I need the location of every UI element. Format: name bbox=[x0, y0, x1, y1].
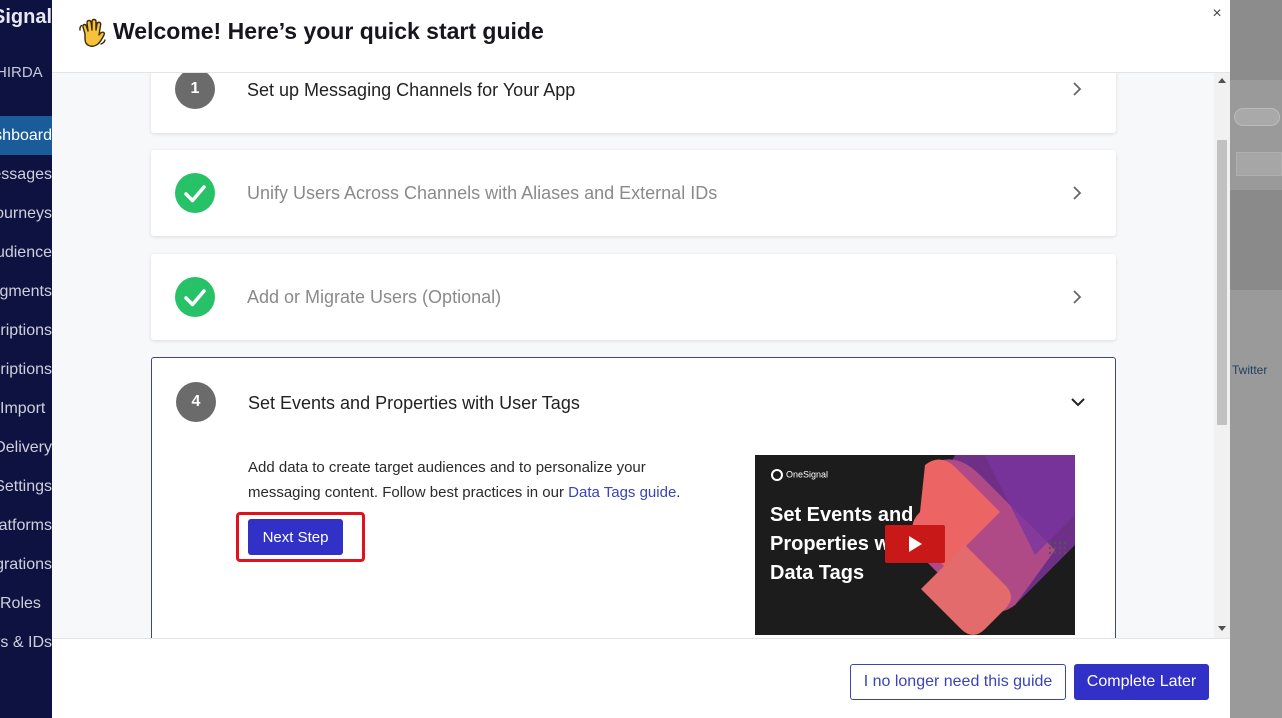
background-nav-item: Subscriptions bbox=[0, 322, 52, 339]
modal-header: Welcome! Here’s your quick start guide × bbox=[52, 0, 1230, 73]
background-content: Twitter bbox=[1230, 0, 1282, 718]
background-logo: OneSignal bbox=[0, 6, 52, 28]
background-nav-item: Integrations bbox=[0, 556, 52, 573]
background-nav-item: Settings bbox=[0, 478, 52, 495]
step-number-badge: 1 bbox=[175, 73, 215, 109]
next-step-button[interactable]: Next Step bbox=[248, 519, 343, 555]
step-completed-badge bbox=[175, 173, 215, 213]
background-header bbox=[1230, 0, 1282, 80]
step-title: Set up Messaging Channels for Your App bbox=[247, 80, 576, 100]
background-sidebar: OneSignal HIRDA Dashboard Messages Journ… bbox=[0, 0, 52, 718]
background-nav-item: Platforms bbox=[0, 517, 52, 534]
waving-hand-icon bbox=[79, 18, 106, 47]
quick-start-modal: Welcome! Here’s your quick start guide ×… bbox=[52, 0, 1230, 718]
close-button[interactable]: × bbox=[1207, 4, 1227, 24]
scroll-down-arrow-icon[interactable] bbox=[1218, 626, 1226, 631]
background-nav-item: Segments bbox=[0, 283, 52, 300]
step-card-4: 4 Set Events and Properties with User Ta… bbox=[151, 357, 1116, 638]
description-suffix: . bbox=[676, 484, 681, 501]
background-nav-item: Import bbox=[0, 400, 46, 417]
background-nav: Dashboard Messages Journeys Audience Seg… bbox=[0, 116, 52, 662]
modal-footer: I no longer need this guide Complete Lat… bbox=[52, 638, 1230, 718]
step-card-2[interactable]: Unify Users Across Channels with Aliases… bbox=[151, 150, 1116, 236]
checkmark-icon bbox=[184, 289, 206, 307]
background-nav-item: Delivery bbox=[0, 439, 52, 456]
data-tags-guide-link[interactable]: Data Tags guide bbox=[568, 484, 676, 501]
step-completed-badge bbox=[175, 277, 215, 317]
dismiss-guide-button[interactable]: I no longer need this guide bbox=[850, 664, 1066, 700]
complete-later-button[interactable]: Complete Later bbox=[1074, 664, 1209, 700]
background-panel bbox=[1230, 190, 1282, 290]
video-brand: OneSignal bbox=[771, 469, 828, 481]
chevron-right-icon bbox=[1073, 290, 1082, 304]
background-box bbox=[1236, 152, 1282, 176]
scrollbar-thumb[interactable] bbox=[1217, 140, 1227, 425]
step-title: Unify Users Across Channels with Aliases… bbox=[247, 183, 718, 203]
background-nav-item: Journeys bbox=[0, 205, 52, 222]
step-title: Add or Migrate Users (Optional) bbox=[247, 287, 502, 307]
tutorial-video-thumbnail[interactable]: OneSignal Set Events and Properties with… bbox=[755, 455, 1075, 635]
modal-body: 1 Set up Messaging Channels for Your App… bbox=[52, 73, 1230, 638]
chevron-right-icon bbox=[1073, 186, 1082, 200]
background-twitter-link: Twitter bbox=[1232, 363, 1268, 377]
step-card-1[interactable]: 1 Set up Messaging Channels for Your App bbox=[151, 73, 1116, 133]
background-nav-item: Audience bbox=[0, 244, 52, 261]
chevron-down-icon[interactable] bbox=[1070, 394, 1086, 410]
checkmark-icon bbox=[184, 185, 206, 203]
background-nav-item: Keys & IDs bbox=[0, 634, 52, 651]
modal-title: Welcome! Here’s your quick start guide bbox=[113, 18, 544, 44]
chevron-right-icon bbox=[1073, 82, 1082, 96]
step-number-badge: 4 bbox=[176, 382, 216, 422]
play-icon[interactable] bbox=[885, 525, 945, 563]
background-search-pill bbox=[1234, 108, 1280, 126]
background-nav-item: Roles bbox=[0, 595, 41, 612]
scroll-up-arrow-icon[interactable] bbox=[1218, 78, 1226, 83]
modal-scrollbar[interactable] bbox=[1214, 73, 1230, 638]
background-org-name: HIRDA bbox=[0, 64, 43, 81]
background-nav-item: Test Subscriptions bbox=[0, 361, 52, 378]
background-nav-item: Dashboard bbox=[0, 116, 52, 155]
onesignal-logo-icon bbox=[771, 469, 783, 481]
step-description: Add data to create target audiences and … bbox=[248, 455, 718, 505]
video-brand-text: OneSignal bbox=[786, 469, 829, 480]
step-card-3[interactable]: Add or Migrate Users (Optional) bbox=[151, 254, 1116, 340]
step-title[interactable]: Set Events and Properties with User Tags bbox=[248, 393, 580, 414]
background-nav-item: Messages bbox=[0, 166, 52, 183]
